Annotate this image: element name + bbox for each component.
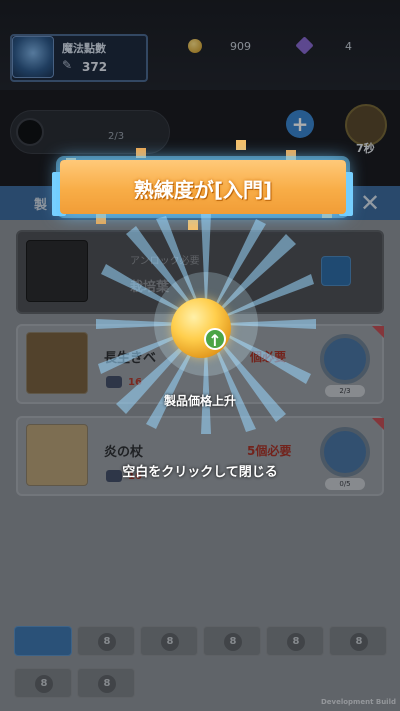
gold-coin-icon xyxy=(171,298,231,358)
banner-title: 熟練度が[入門] xyxy=(133,178,273,202)
close-hint[interactable]: 空白をクリックして閉じる xyxy=(60,461,340,480)
arrow-up-icon: ↑ xyxy=(204,328,226,350)
sparkle-pixel xyxy=(236,140,246,150)
sparkle-pixel xyxy=(136,148,146,158)
effect-label: 製品価格上升 xyxy=(163,394,236,408)
sparkle-pixel xyxy=(286,150,296,160)
